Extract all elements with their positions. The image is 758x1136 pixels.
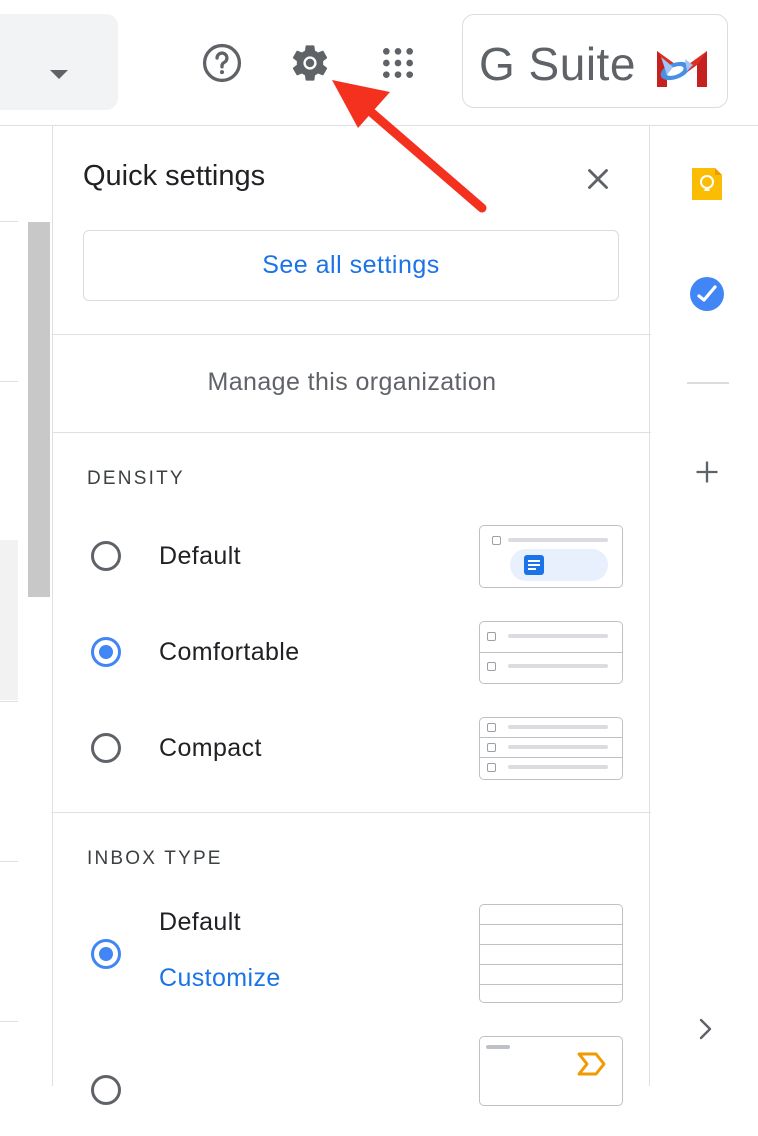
preview-line [508, 538, 608, 542]
radio-button[interactable] [91, 733, 121, 763]
divider [53, 812, 651, 813]
preview-checkbox [492, 536, 501, 545]
tasks-button[interactable] [689, 276, 725, 317]
rail-divider [687, 382, 729, 384]
preview-line [508, 765, 608, 769]
preview-checkbox [487, 632, 496, 641]
row-divider [0, 221, 18, 222]
keep-button[interactable] [689, 166, 725, 207]
row-divider [0, 381, 18, 382]
doc-icon [524, 555, 544, 575]
preview-separator [480, 944, 622, 945]
option-label: Default [159, 908, 242, 936]
search-options-dropdown-icon[interactable] [50, 70, 68, 79]
density-heading: DENSITY [87, 468, 185, 489]
preview-checkbox [487, 763, 496, 772]
preview-line [508, 725, 608, 729]
gsuite-brand-text: G Suite [479, 38, 636, 90]
inbox-default-preview [479, 904, 623, 1003]
search-box[interactable] [0, 14, 118, 110]
option-label: Comfortable [159, 638, 300, 666]
close-icon [588, 169, 608, 189]
preview-line [508, 664, 608, 668]
panel-title: Quick settings [83, 160, 266, 192]
help-circle-icon [202, 43, 242, 83]
density-comfortable-preview [479, 621, 623, 684]
add-addon-button[interactable] [693, 458, 721, 491]
inbox-important-preview [479, 1036, 623, 1106]
preview-checkbox [487, 723, 496, 732]
gsuite-account-button[interactable]: G Suite [462, 14, 728, 108]
side-panel-rail [651, 126, 758, 1086]
preview-separator [480, 652, 622, 653]
keep-icon [692, 168, 722, 200]
radio-button-selected[interactable] [91, 939, 121, 969]
gmail-logo-icon [657, 51, 707, 87]
density-default-preview [479, 525, 623, 588]
row-divider [0, 861, 18, 862]
help-button[interactable] [198, 39, 246, 87]
close-button[interactable] [581, 162, 615, 196]
plus-icon [696, 461, 718, 483]
row-divider [0, 701, 18, 702]
preview-separator [480, 737, 622, 738]
density-compact-preview [479, 717, 623, 780]
important-marker-icon [577, 1052, 606, 1076]
chevron-right-icon [699, 1018, 712, 1040]
divider [53, 432, 651, 433]
preview-separator [480, 984, 622, 985]
radio-button[interactable] [91, 541, 121, 571]
manage-organization-link[interactable]: Manage this organization [53, 368, 651, 397]
mail-row-highlight [0, 540, 18, 700]
scrollbar-thumb[interactable] [28, 222, 50, 597]
preview-line [508, 745, 608, 749]
option-label: Default [159, 542, 242, 570]
see-all-settings-button[interactable]: See all settings [83, 230, 619, 301]
customize-link[interactable]: Customize [159, 964, 281, 993]
row-divider [0, 1021, 18, 1022]
radio-button-selected[interactable] [91, 637, 121, 667]
tasks-icon [690, 277, 724, 311]
expand-side-panel-button[interactable] [695, 1016, 717, 1047]
preview-line [508, 634, 608, 638]
radio-button[interactable] [91, 1075, 121, 1105]
preview-separator [480, 924, 622, 925]
preview-checkbox [487, 743, 496, 752]
preview-separator [480, 757, 622, 758]
divider [53, 334, 651, 335]
quick-settings-panel: Quick settings See all settings Manage t… [52, 126, 651, 1106]
inbox-type-heading: INBOX TYPE [87, 848, 223, 869]
preview-checkbox [487, 662, 496, 671]
option-label: Compact [159, 734, 262, 762]
preview-separator [480, 964, 622, 965]
annotation-arrow-icon [332, 80, 487, 213]
preview-line [486, 1045, 510, 1049]
